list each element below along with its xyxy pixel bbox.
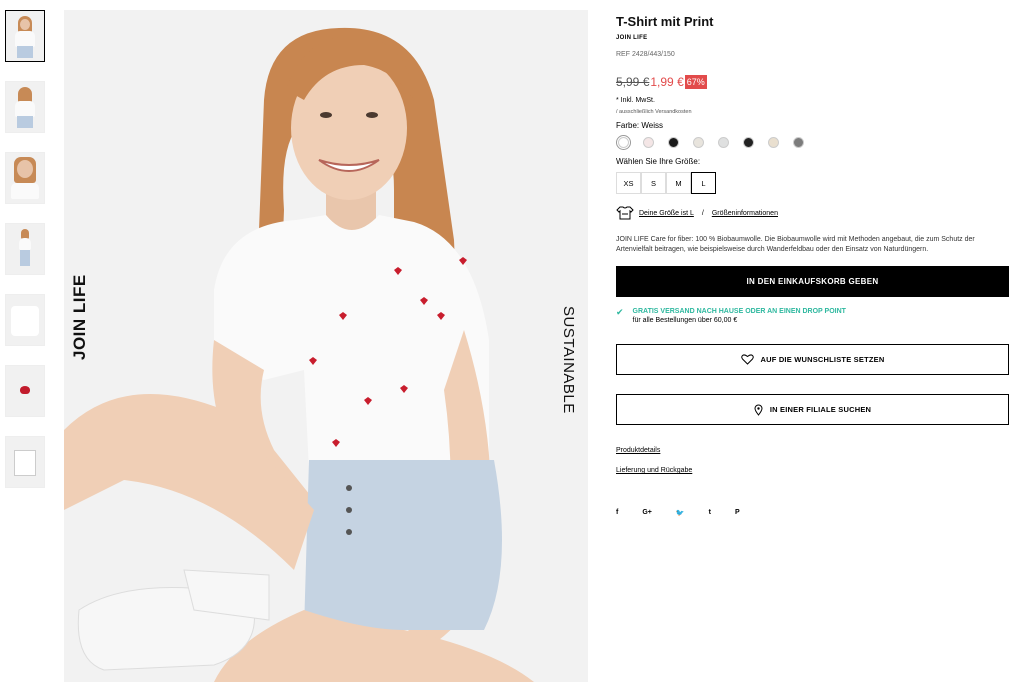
product-brand: JOIN LIFE [616, 35, 648, 41]
thumbnail-7[interactable] [5, 436, 45, 488]
discount-badge: 67% [684, 75, 707, 89]
location-pin-icon [754, 404, 763, 416]
add-to-cart-button[interactable]: IN DEN EINKAUFSKORB GEBEN [616, 266, 1009, 297]
size-m[interactable]: M [666, 172, 691, 194]
thumbnail-strip [5, 10, 45, 507]
size-l[interactable]: L [691, 172, 716, 194]
size-label: Wählen Sie Ihre Größe: [616, 157, 701, 166]
fit-link[interactable]: Deine Größe ist L [639, 210, 694, 217]
twitter-icon[interactable]: 🐦 [676, 509, 685, 517]
model-illustration [64, 27, 534, 682]
shipping-cost-note: / ausschließlich Versandkosten [616, 109, 692, 115]
facebook-icon[interactable]: f [616, 509, 618, 517]
old-price: 5,99 € [616, 75, 650, 89]
free-shipping-info: ✔ GRATIS VERSAND NACH HAUSE ODER AN EINE… [616, 307, 1009, 325]
wishlist-button[interactable]: AUF DIE WUNSCHLISTE SETZEN [616, 344, 1009, 375]
color-swatches [618, 137, 1009, 148]
new-price: 1,99 € [650, 75, 684, 89]
free-shipping-title: GRATIS VERSAND NACH HAUSE ODER AN EINEN … [632, 308, 846, 315]
heart-icon [740, 354, 754, 365]
delivery-returns-link[interactable]: Lieferung und Rückgabe [616, 467, 1009, 474]
wishlist-label: AUF DIE WUNSCHLISTE SETZEN [760, 355, 885, 364]
swatch-6[interactable] [743, 137, 754, 148]
check-icon: ✔ [616, 307, 624, 317]
product-title: T-Shirt mit Print [616, 14, 714, 29]
swatch-7[interactable] [768, 137, 779, 148]
size-selector: XS S M L [616, 172, 1009, 194]
price-row: 5,99 € 1,99 € 67% [616, 75, 1009, 89]
swatch-5[interactable] [718, 137, 729, 148]
thumbnail-6[interactable] [5, 365, 45, 417]
store-search-label: IN EINER FILIALE SUCHEN [769, 405, 872, 414]
tshirt-icon [616, 206, 634, 220]
thumbnail-2[interactable] [5, 81, 45, 133]
social-share: f G+ 🐦 t P [616, 509, 1009, 517]
size-xs[interactable]: XS [616, 172, 641, 194]
pinterest-icon[interactable]: P [735, 509, 740, 517]
product-description: JOIN LIFE Care for fiber: 100 % Biobaumw… [616, 236, 975, 253]
free-shipping-sub: für alle Bestellungen über 60,00 € [632, 317, 738, 324]
hero-label-left: JOIN LIFE [70, 274, 89, 360]
product-ref: REF 2428/443/150 [616, 51, 675, 58]
size-s[interactable]: S [641, 172, 666, 194]
thumbnail-5[interactable] [5, 294, 45, 346]
swatch-8[interactable] [793, 137, 804, 148]
size-info-link[interactable]: Größeninformationen [712, 210, 778, 217]
thumbnail-1[interactable] [5, 10, 45, 62]
product-details-link[interactable]: Produktdetails [616, 447, 1009, 454]
fit-row: Deine Größe ist L / Größeninformationen [616, 206, 1009, 220]
hero-label-right: SUSTAINABLE [560, 306, 577, 414]
store-search-button[interactable]: IN EINER FILIALE SUCHEN [616, 394, 1009, 425]
swatch-3[interactable] [668, 137, 679, 148]
tumblr-icon[interactable]: t [709, 509, 711, 517]
product-info-panel: T-Shirt mit Print JOIN LIFE REF 2428/443… [616, 14, 1009, 517]
fit-separator: / [701, 209, 704, 217]
swatch-1[interactable] [618, 137, 629, 148]
thumbnail-4[interactable] [5, 223, 45, 275]
color-label: Farbe: Weiss [616, 121, 663, 130]
product-main-image[interactable]: JOIN LIFE SUSTAINABLE [64, 10, 588, 682]
swatch-2[interactable] [643, 137, 654, 148]
tax-note: * Inkl. MwSt. [616, 97, 655, 104]
google-plus-icon[interactable]: G+ [642, 509, 652, 517]
swatch-4[interactable] [693, 137, 704, 148]
thumbnail-3[interactable] [5, 152, 45, 204]
